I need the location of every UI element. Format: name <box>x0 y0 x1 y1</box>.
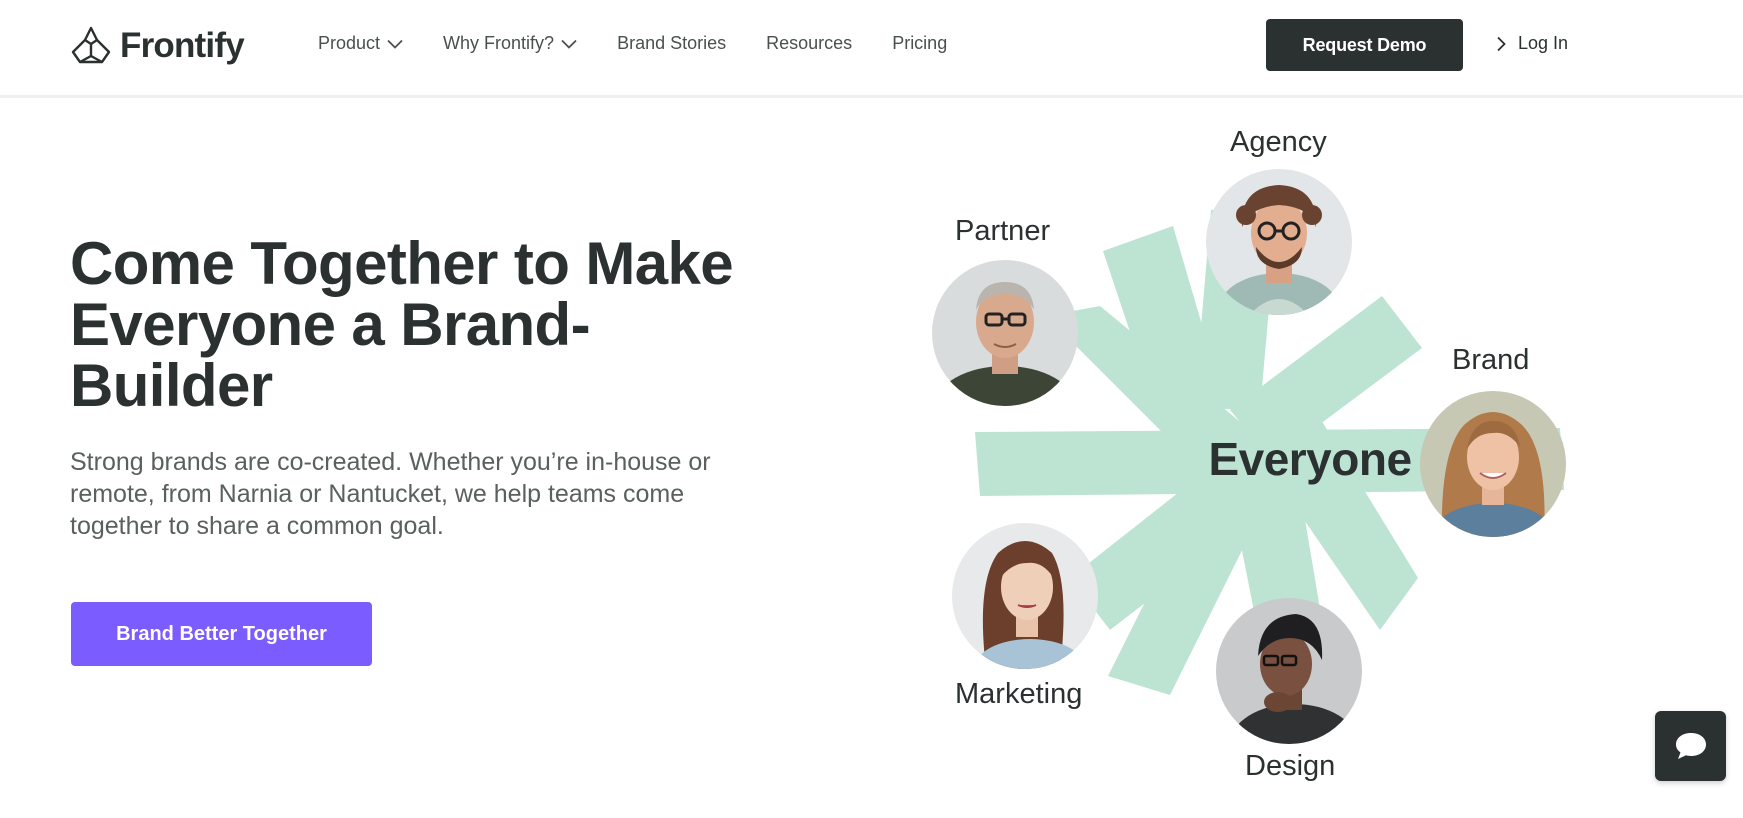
persona-label-design: Design <box>1245 750 1336 782</box>
login-label: Log In <box>1518 33 1569 53</box>
nav-item-why-frontify[interactable]: Why Frontify? <box>443 33 577 54</box>
persona-label-agency: Agency <box>1230 126 1327 158</box>
chevron-down-icon <box>561 39 577 49</box>
avatar-agency <box>1206 169 1352 315</box>
avatar-partner <box>932 260 1078 406</box>
nav-item-label: Brand Stories <box>617 33 727 53</box>
nav-item-label: Why Frontify? <box>443 33 555 53</box>
frontify-logo[interactable]: Frontify <box>70 25 245 67</box>
frontify-logo-icon <box>71 26 111 64</box>
hero-subtext: Strong brands are co-created. Whether yo… <box>70 448 711 540</box>
nav-item-label: Product <box>318 33 381 53</box>
nav-item-product[interactable]: Product <box>318 33 403 54</box>
avatar-marketing <box>952 523 1098 669</box>
site-header: Frontify Product Why Frontify? Brand Sto… <box>0 0 1743 98</box>
chat-bubble-icon <box>1675 733 1706 759</box>
request-demo-button[interactable]: Request Demo <box>1266 19 1463 71</box>
nav-item-pricing[interactable]: Pricing <box>892 33 947 54</box>
avatar-design <box>1216 598 1362 744</box>
hero-headline: Come Together to Make Everyone a Brand-B… <box>70 230 734 419</box>
avatar-brand <box>1420 391 1566 537</box>
login-link[interactable]: Log In <box>1496 33 1568 54</box>
team-illustration: Everyone Agency Partner Brand Marketing … <box>900 110 1620 810</box>
chevron-right-icon <box>1497 36 1506 51</box>
persona-label-partner: Partner <box>955 215 1051 247</box>
persona-label-marketing: Marketing <box>955 678 1083 710</box>
brand-better-together-button[interactable]: Brand Better Together <box>71 602 372 666</box>
nav-item-label: Pricing <box>892 33 948 53</box>
logo-wordmark: Frontify <box>120 26 245 65</box>
main-nav: Product Why Frontify? Brand Stories Reso… <box>318 33 947 54</box>
persona-label-brand: Brand <box>1452 344 1530 376</box>
chat-button[interactable] <box>1655 711 1726 781</box>
nav-item-brand-stories[interactable]: Brand Stories <box>617 33 726 54</box>
nav-item-resources[interactable]: Resources <box>766 33 852 54</box>
chevron-down-icon <box>387 39 403 49</box>
nav-item-label: Resources <box>766 33 853 53</box>
